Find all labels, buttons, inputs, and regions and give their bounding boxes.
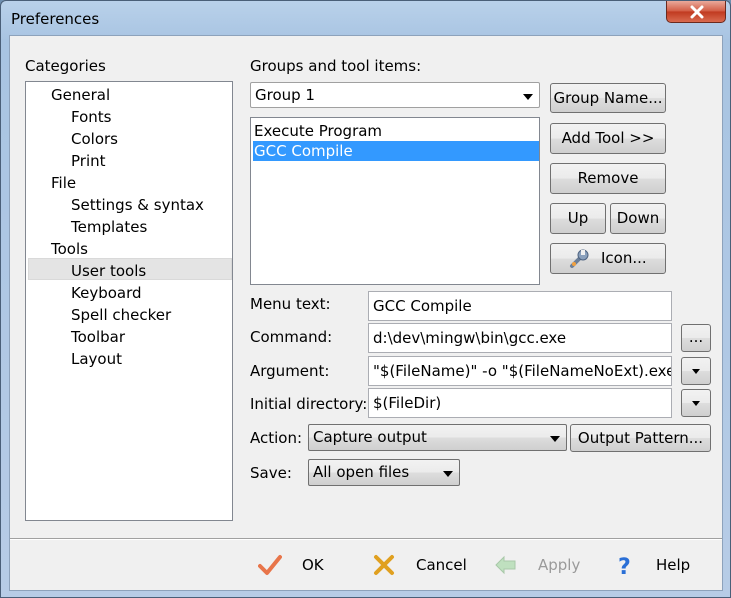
title-bar[interactable]: Preferences bbox=[1, 1, 730, 35]
down-button[interactable]: Down bbox=[610, 203, 666, 234]
menu-text-label: Menu text: bbox=[250, 295, 331, 313]
preferences-window: Preferences Categories General Fonts Color… bbox=[0, 0, 731, 598]
argument-variables-button[interactable] bbox=[681, 357, 711, 385]
save-label: Save: bbox=[250, 464, 292, 482]
window-title: Preferences bbox=[11, 10, 100, 28]
initial-directory-variables-button[interactable] bbox=[681, 389, 711, 417]
tree-item-settings-syntax[interactable]: Settings & syntax bbox=[71, 194, 204, 216]
argument-label: Argument: bbox=[250, 362, 330, 380]
help-button[interactable]: ? Help bbox=[612, 550, 702, 580]
cancel-button[interactable]: Cancel bbox=[372, 550, 472, 580]
tree-item-print[interactable]: Print bbox=[71, 150, 106, 172]
apply-arrow-icon bbox=[495, 555, 516, 575]
chevron-down-icon bbox=[523, 94, 533, 100]
action-select-value: Capture output bbox=[313, 428, 427, 446]
action-select[interactable]: Capture output bbox=[308, 424, 567, 451]
group-name-button[interactable]: Group Name... bbox=[550, 83, 666, 113]
command-label: Command: bbox=[250, 328, 333, 346]
categories-heading: Categories bbox=[25, 57, 106, 75]
group-select[interactable]: Group 1 bbox=[250, 82, 540, 108]
tree-item-file[interactable]: File bbox=[51, 172, 76, 194]
tree-item-keyboard[interactable]: Keyboard bbox=[71, 282, 142, 304]
checkmark-icon bbox=[258, 555, 282, 575]
chevron-down-icon bbox=[550, 436, 560, 442]
output-pattern-button[interactable]: Output Pattern... bbox=[570, 424, 711, 452]
close-button[interactable] bbox=[666, 1, 726, 23]
group-select-value: Group 1 bbox=[255, 86, 315, 104]
tree-item-spell-checker[interactable]: Spell checker bbox=[71, 304, 171, 326]
chevron-down-icon bbox=[692, 369, 700, 374]
categories-tree[interactable]: General Fonts Colors Print File Settings & sy… bbox=[25, 81, 233, 521]
argument-field[interactable]: "$(FileName)" -o "$(FileNameNoExt).exe" bbox=[368, 356, 672, 386]
tree-item-templates[interactable]: Templates bbox=[71, 216, 147, 238]
tree-item-colors[interactable]: Colors bbox=[71, 128, 118, 150]
tree-item-layout[interactable]: Layout bbox=[71, 348, 122, 370]
help-question-icon: ? bbox=[618, 555, 631, 578]
ok-label: OK bbox=[302, 556, 324, 574]
tool-items-list[interactable]: Execute Program GCC Compile bbox=[250, 117, 540, 285]
add-tool-button[interactable]: Add Tool >> bbox=[550, 123, 666, 154]
groups-heading: Groups and tool items: bbox=[250, 57, 422, 75]
cancel-label: Cancel bbox=[416, 556, 467, 574]
initial-directory-field[interactable]: $(FileDir) bbox=[368, 388, 672, 418]
save-select-value: All open files bbox=[313, 463, 410, 481]
command-field[interactable]: d:\dev\mingw\bin\gcc.exe bbox=[368, 323, 672, 353]
initial-directory-label: Initial directory: bbox=[250, 395, 368, 413]
tool-item-gcc-compile[interactable]: GCC Compile bbox=[253, 141, 539, 161]
svg-text:?: ? bbox=[618, 555, 631, 578]
menu-text-field[interactable]: GCC Compile bbox=[368, 291, 672, 321]
tree-item-tools[interactable]: Tools bbox=[51, 238, 88, 260]
save-select[interactable]: All open files bbox=[308, 459, 460, 486]
cancel-x-icon bbox=[374, 555, 394, 575]
tree-item-general[interactable]: General bbox=[51, 84, 110, 106]
dialog-body: Categories General Fonts Colors Print File Se… bbox=[9, 35, 723, 591]
browse-command-button[interactable]: ... bbox=[681, 324, 711, 352]
up-button[interactable]: Up bbox=[550, 203, 606, 234]
chevron-down-icon bbox=[443, 471, 453, 477]
apply-button[interactable]: Apply bbox=[494, 550, 584, 580]
icon-button[interactable]: Icon... bbox=[550, 243, 666, 274]
close-icon bbox=[690, 5, 704, 19]
help-label: Help bbox=[656, 556, 691, 574]
tree-item-fonts[interactable]: Fonts bbox=[71, 106, 111, 128]
footer-divider bbox=[10, 538, 722, 540]
ok-button[interactable]: OK bbox=[258, 550, 348, 580]
icon-button-label: Icon... bbox=[601, 249, 647, 267]
tree-item-toolbar[interactable]: Toolbar bbox=[71, 326, 125, 348]
action-label: Action: bbox=[250, 429, 303, 447]
remove-button[interactable]: Remove bbox=[550, 163, 666, 194]
apply-label: Apply bbox=[538, 556, 581, 574]
chevron-down-icon bbox=[692, 401, 700, 406]
wrench-icon bbox=[570, 249, 589, 268]
tree-item-user-tools[interactable]: User tools bbox=[71, 260, 146, 282]
tool-item-execute-program[interactable]: Execute Program bbox=[253, 121, 539, 141]
